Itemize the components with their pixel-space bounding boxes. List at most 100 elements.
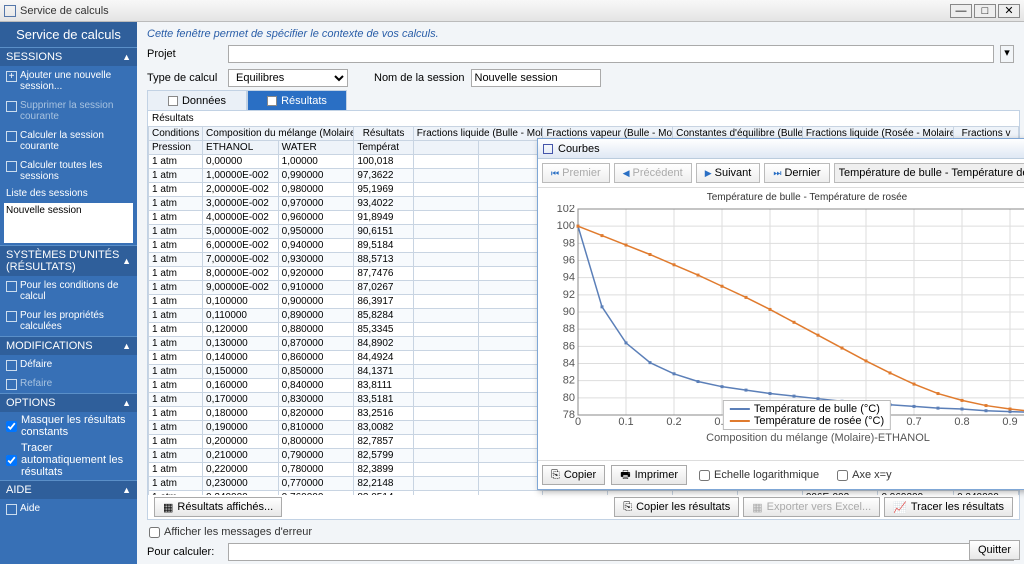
app-icon <box>4 5 16 17</box>
tocalc-label: Pour calculer: <box>147 546 222 558</box>
last-icon: ⏭ <box>773 168 781 179</box>
chevron-up-icon: ▲ <box>122 485 131 495</box>
copy-results-button[interactable]: ⎘Copier les résultats <box>614 497 739 517</box>
col-header: Pression <box>149 141 203 155</box>
project-label: Projet <box>147 48 222 60</box>
mask-results-checkbox[interactable]: Masquer les résultats constants <box>0 412 137 440</box>
quit-button[interactable]: Quitter <box>969 540 1020 560</box>
add-session-item[interactable]: Ajouter une nouvelle session... <box>0 66 137 96</box>
col-group: Fractions liquide (Bulle - Molaire) <box>413 127 543 141</box>
units-conditions-item[interactable]: Pour les conditions de calcul <box>0 276 137 306</box>
session-name-input[interactable] <box>471 69 601 87</box>
next-icon: ▶ <box>705 168 712 179</box>
svg-text:84: 84 <box>563 358 575 370</box>
tab-results[interactable]: Résultats <box>247 90 347 110</box>
svg-text:0: 0 <box>575 416 581 428</box>
calc-type-label: Type de calcul <box>147 72 222 84</box>
session-list-label: Liste des sessions <box>0 186 137 201</box>
plot-legend: Température de bulle (°C) Température de… <box>723 400 891 430</box>
close-button[interactable]: ✕ <box>998 4 1020 18</box>
col-header <box>413 141 478 155</box>
redo-item: Refaire <box>0 374 137 393</box>
project-input[interactable] <box>228 45 994 63</box>
print-icon: 🖶 <box>620 466 630 485</box>
auto-trace-checkbox[interactable]: Tracer automatiquement les résultats <box>0 440 137 480</box>
svg-text:96: 96 <box>563 255 575 267</box>
col-header <box>478 141 543 155</box>
axexy-checkbox[interactable]: Axe x=y <box>831 467 897 483</box>
svg-text:78: 78 <box>563 409 575 421</box>
svg-text:86: 86 <box>563 340 575 352</box>
tab-data[interactable]: Données <box>147 90 247 110</box>
tocalc-input[interactable] <box>228 543 1014 561</box>
svg-text:0.8: 0.8 <box>954 416 969 428</box>
minimize-button[interactable]: — <box>950 4 972 18</box>
svg-text:80: 80 <box>563 392 575 404</box>
col-group: Résultats <box>354 127 413 141</box>
content-pane: Cette fenêtre permet de spécifier le con… <box>137 22 1024 564</box>
last-button[interactable]: ⏭Dernier <box>764 163 829 183</box>
results-shown-button[interactable]: ▦Résultats affichés... <box>154 497 282 517</box>
chevron-up-icon: ▲ <box>122 256 131 266</box>
svg-text:92: 92 <box>563 289 575 301</box>
curves-titlebar[interactable]: Courbes <box>538 139 1024 159</box>
sessions-header[interactable]: SESSIONS▲ <box>0 47 137 66</box>
session-name-label: Nom de la session <box>374 72 465 84</box>
prev-button: ◀Précédent <box>614 163 692 183</box>
modifications-header[interactable]: MODIFICATIONS▲ <box>0 336 137 355</box>
plot-results-button[interactable]: 📈Tracer les résultats <box>884 497 1013 517</box>
plot-area: Température de bulle - Température de ro… <box>538 188 1024 460</box>
table-row[interactable]: 1 atm0,2400000,76000082,0514006E-0020,96… <box>149 491 1019 496</box>
export-excel-button: ▦Exporter vers Excel... <box>743 497 880 517</box>
show-errors-checkbox[interactable]: Afficher les messages d'erreur <box>137 524 1024 540</box>
first-icon: ⏮ <box>551 168 559 179</box>
window-title: Service de calculs <box>20 5 950 17</box>
options-header[interactable]: OPTIONS▲ <box>0 393 137 412</box>
curves-icon <box>543 144 553 154</box>
chevron-up-icon: ▲ <box>122 52 131 62</box>
titlebar: Service de calculs — □ ✕ <box>0 0 1024 22</box>
prev-icon: ◀ <box>623 168 630 179</box>
results-label: Résultats <box>148 111 1019 126</box>
svg-text:0.1: 0.1 <box>618 416 633 428</box>
maximize-button[interactable]: □ <box>974 4 996 18</box>
svg-text:100: 100 <box>557 220 575 232</box>
units-header[interactable]: SYSTÈMES D'UNITÉS (RÉSULTATS)▲ <box>0 245 137 276</box>
results-icon <box>267 96 277 106</box>
excel-icon: ▦ <box>752 501 762 514</box>
next-button[interactable]: ▶Suivant <box>696 163 761 183</box>
chevron-up-icon: ▲ <box>122 341 131 351</box>
session-list[interactable]: Nouvelle session <box>4 203 133 243</box>
svg-text:0.7: 0.7 <box>906 416 921 428</box>
first-button: ⏮Premier <box>542 163 610 183</box>
curve-selector[interactable]: Température de bulle - Température de ro… <box>834 163 1024 183</box>
svg-text:102: 102 <box>557 205 575 215</box>
hint-text: Cette fenêtre permet de spécifier le con… <box>137 22 1024 42</box>
sidebar: Service de calculs SESSIONS▲ Ajouter une… <box>0 22 137 564</box>
curves-title: Courbes <box>558 143 600 155</box>
calc-current-session-item[interactable]: Calculer la session courante <box>0 126 137 156</box>
svg-text:94: 94 <box>563 272 575 284</box>
chart-icon: 📈 <box>893 501 907 514</box>
data-icon <box>168 96 178 106</box>
calc-all-sessions-item[interactable]: Calculer toutes les sessions <box>0 156 137 186</box>
units-properties-item[interactable]: Pour les propriétés calculées <box>0 306 137 336</box>
col-group: Composition du mélange (Molaire) <box>203 127 354 141</box>
project-dropdown-icon[interactable]: ▾ <box>1000 45 1014 63</box>
svg-text:82: 82 <box>563 375 575 387</box>
chevron-up-icon: ▲ <box>122 398 131 408</box>
chart-copy-button[interactable]: ⎘Copier <box>542 465 605 485</box>
copy-icon: ⎘ <box>551 469 560 482</box>
chart-print-button[interactable]: 🖶Imprimer <box>611 465 687 485</box>
col-header: ETHANOL <box>203 141 279 155</box>
col-header: WATER <box>278 141 354 155</box>
plot-title: Température de bulle - Température de ro… <box>546 192 1024 203</box>
svg-text:Composition du mélange (Molair: Composition du mélange (Molaire)-ETHANOL <box>706 432 930 444</box>
help-item[interactable]: Aide <box>0 499 137 518</box>
log-scale-checkbox[interactable]: Echelle logarithmique <box>693 467 825 483</box>
copy-icon: ⎘ <box>623 501 632 514</box>
help-header[interactable]: AIDE▲ <box>0 480 137 499</box>
undo-item[interactable]: Défaire <box>0 355 137 374</box>
calc-type-select[interactable]: Equilibres <box>228 69 348 87</box>
curves-window: Courbes ⏮Premier ◀Précédent ▶Suivant ⏭De… <box>537 138 1024 490</box>
